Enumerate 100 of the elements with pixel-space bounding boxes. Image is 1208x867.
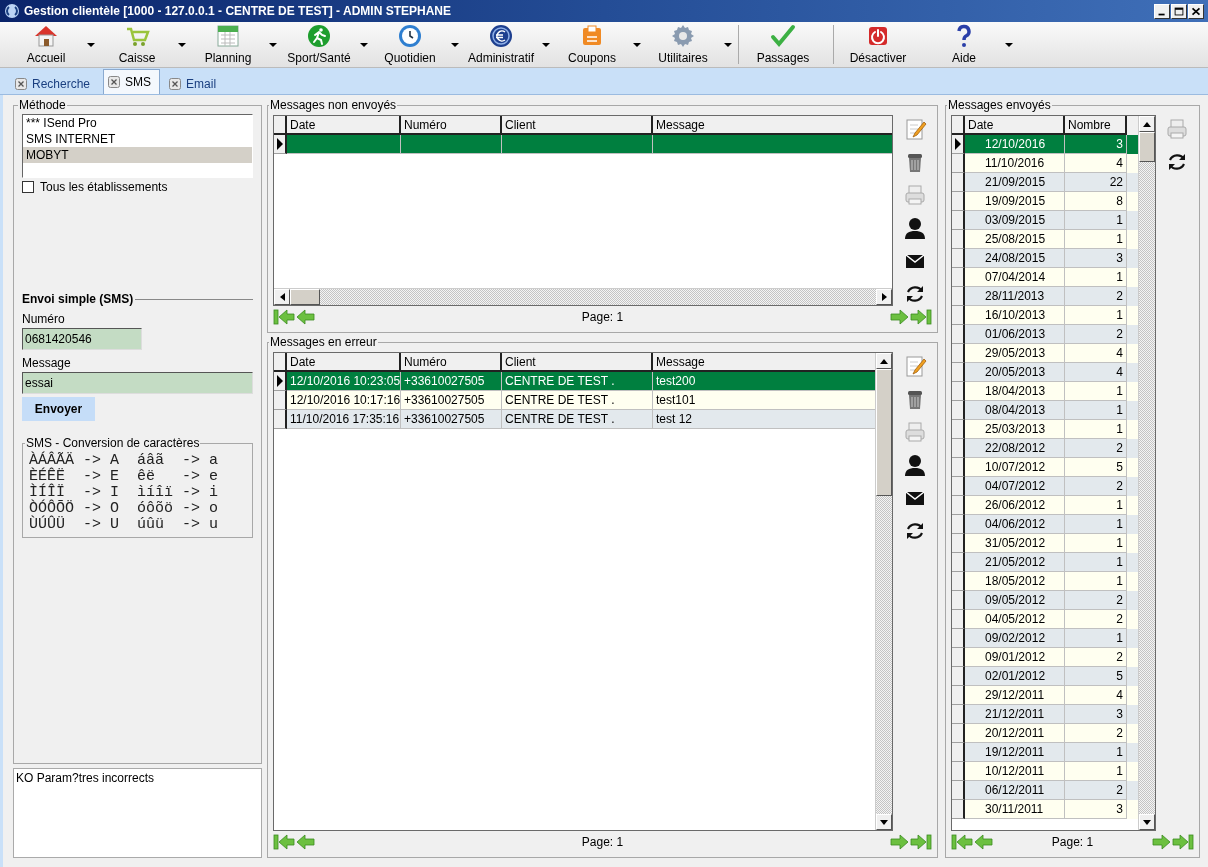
table-row[interactable]: 07/04/2014 1 — [952, 268, 1138, 287]
row-header[interactable] — [952, 705, 965, 724]
table-row[interactable]: 29/05/2013 4 — [952, 344, 1138, 363]
table-row[interactable]: 18/04/2013 1 — [952, 382, 1138, 401]
row-header[interactable] — [952, 287, 965, 306]
row-header[interactable] — [952, 439, 965, 458]
caret-icon[interactable] — [542, 42, 550, 47]
row-header[interactable] — [952, 553, 965, 572]
number-field[interactable]: 0681420546 — [22, 328, 142, 350]
table-row[interactable]: 29/12/2011 4 — [952, 686, 1138, 705]
scroll-up-button[interactable] — [876, 353, 892, 369]
caret-icon[interactable] — [87, 42, 95, 47]
row-header[interactable] — [952, 420, 965, 439]
caret-icon[interactable] — [633, 42, 641, 47]
toolbar-button[interactable]: Administratif — [461, 22, 541, 67]
table-row[interactable]: 21/09/2015 22 — [952, 173, 1138, 192]
row-header[interactable] — [952, 211, 965, 230]
caret-icon[interactable] — [360, 42, 368, 47]
table-row[interactable]: 21/05/2012 1 — [952, 553, 1138, 572]
row-header[interactable] — [274, 410, 287, 429]
toolbar-button[interactable]: Aide — [924, 22, 1004, 67]
toolbar-button[interactable]: Utilitaires — [643, 22, 723, 67]
close-tab-icon[interactable] — [169, 77, 182, 90]
row-header[interactable] — [952, 192, 965, 211]
row-header[interactable] — [952, 724, 965, 743]
table-row[interactable]: 10/12/2011 1 — [952, 762, 1138, 781]
table-row[interactable]: 18/05/2012 1 — [952, 572, 1138, 591]
row-header[interactable] — [952, 534, 965, 553]
table-row[interactable]: 03/09/2015 1 — [952, 211, 1138, 230]
table-row[interactable]: 10/07/2012 5 — [952, 458, 1138, 477]
row-header[interactable] — [952, 135, 965, 154]
row-header[interactable] — [952, 629, 965, 648]
toolbar-button[interactable]: Désactiver — [838, 22, 918, 67]
caret-icon[interactable] — [178, 42, 186, 47]
row-header[interactable] — [952, 344, 965, 363]
row-header[interactable] — [952, 401, 965, 420]
edit-icon[interactable] — [903, 354, 927, 378]
table-row[interactable]: 20/05/2013 4 — [952, 363, 1138, 382]
toolbar-button[interactable]: Sport/Santé — [279, 22, 359, 67]
tab[interactable]: Recherche — [10, 72, 100, 94]
table-row[interactable]: 04/07/2012 2 — [952, 477, 1138, 496]
scroll-right-button[interactable] — [876, 289, 892, 305]
close-icon[interactable] — [1188, 3, 1204, 19]
table-row[interactable]: 19/12/2011 1 — [952, 743, 1138, 762]
scroll-up-button[interactable] — [1138, 116, 1155, 132]
tab[interactable]: Email — [164, 72, 226, 94]
scroll-down-button[interactable] — [1138, 814, 1155, 830]
table-row[interactable]: 08/04/2013 1 — [952, 401, 1138, 420]
row-header[interactable] — [952, 173, 965, 192]
row-header[interactable] — [952, 230, 965, 249]
row-header[interactable] — [952, 477, 965, 496]
row-header[interactable] — [952, 496, 965, 515]
table-row[interactable]: 12/10/2016 10:23:05 +33610027505 CENTRE DE TEST . test200 — [274, 372, 875, 391]
table-row[interactable]: 22/08/2012 2 — [952, 439, 1138, 458]
caret-icon[interactable] — [724, 42, 732, 47]
table-row[interactable]: 04/06/2012 1 — [952, 515, 1138, 534]
list-item[interactable]: SMS INTERNET — [23, 131, 252, 147]
table-row[interactable]: 21/12/2011 3 — [952, 705, 1138, 724]
row-header[interactable] — [952, 572, 965, 591]
row-header[interactable] — [952, 249, 965, 268]
row-header[interactable] — [274, 372, 287, 391]
scroll-thumb[interactable] — [290, 289, 320, 305]
horizontal-scrollbar[interactable] — [274, 288, 892, 305]
message-field[interactable]: essai — [22, 372, 253, 394]
scroll-thumb[interactable] — [1138, 132, 1155, 162]
row-header[interactable] — [952, 515, 965, 534]
last-page-icon[interactable] — [1172, 833, 1194, 851]
toolbar-button[interactable]: Planning — [188, 22, 268, 67]
row-header[interactable] — [952, 648, 965, 667]
toolbar-button[interactable]: Caisse — [97, 22, 177, 67]
send-button[interactable]: Envoyer — [22, 397, 95, 421]
row-header[interactable] — [952, 458, 965, 477]
toolbar-button[interactable]: Accueil — [6, 22, 86, 67]
table-row[interactable]: 11/10/2016 4 — [952, 154, 1138, 173]
row-header[interactable] — [952, 743, 965, 762]
row-header[interactable] — [952, 363, 965, 382]
scroll-left-button[interactable] — [274, 289, 290, 305]
caret-icon[interactable] — [269, 42, 277, 47]
toolbar-button[interactable]: Quotidien — [370, 22, 450, 67]
table-row[interactable]: 26/06/2012 1 — [952, 496, 1138, 515]
table-row[interactable]: 09/05/2012 2 — [952, 591, 1138, 610]
close-tab-icon[interactable] — [15, 77, 27, 90]
row-header[interactable] — [952, 306, 965, 325]
table-row[interactable]: 11/10/2016 17:35:16 +33610027505 CENTRE DE TEST . test 12 — [274, 410, 875, 429]
minimize-icon[interactable] — [1154, 3, 1170, 19]
row-header[interactable] — [952, 268, 965, 287]
checkbox[interactable] — [22, 181, 34, 193]
maximize-icon[interactable] — [1171, 3, 1187, 19]
row-header[interactable] — [952, 800, 965, 819]
caret-icon[interactable] — [1005, 42, 1013, 47]
edit-icon[interactable] — [903, 117, 927, 141]
table-row[interactable]: 28/11/2013 2 — [952, 287, 1138, 306]
table-row[interactable]: 04/05/2012 2 — [952, 610, 1138, 629]
table-row[interactable]: 12/10/2016 10:17:16 +33610027505 CENTRE DE TEST . test101 — [274, 391, 875, 410]
table-row[interactable]: 12/10/2016 3 — [952, 135, 1138, 154]
tab[interactable]: SMS — [103, 69, 161, 94]
table-row[interactable]: 06/12/2011 2 — [952, 781, 1138, 800]
person-icon[interactable] — [903, 216, 927, 240]
table-row[interactable]: 16/10/2013 1 — [952, 306, 1138, 325]
row-header[interactable] — [952, 591, 965, 610]
